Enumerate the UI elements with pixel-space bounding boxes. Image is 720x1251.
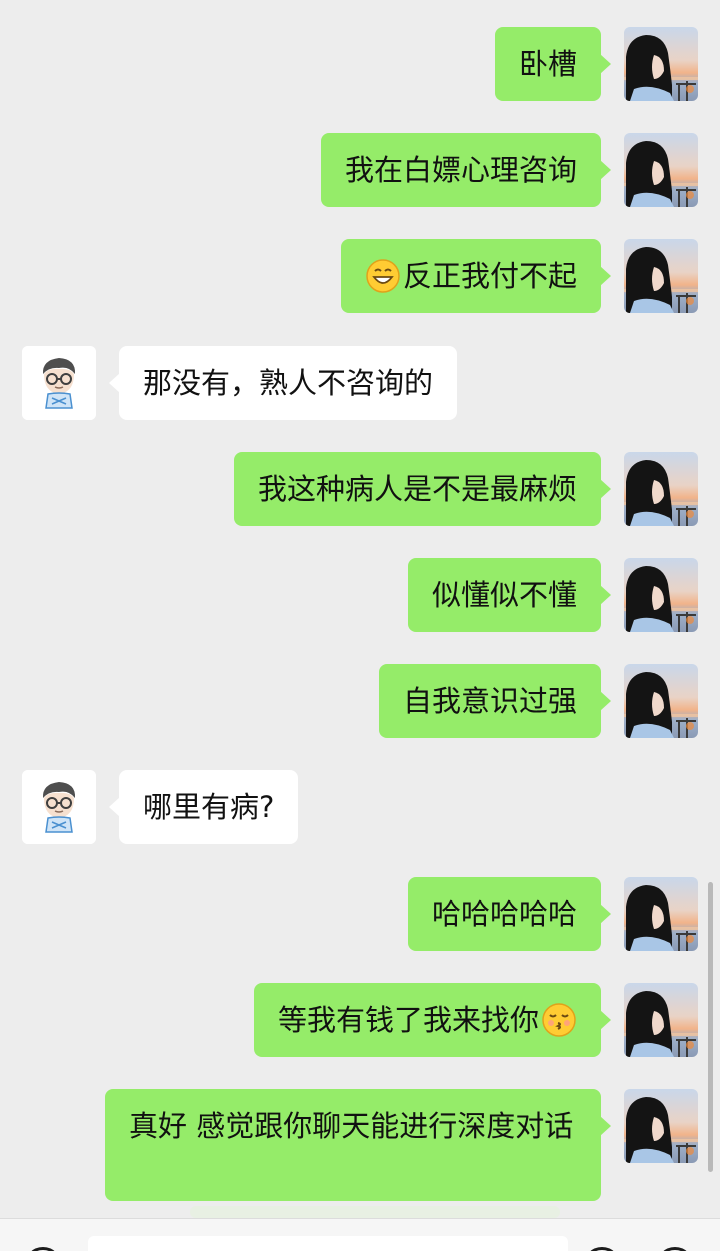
plus-icon[interactable] bbox=[656, 1247, 694, 1251]
my-avatar[interactable] bbox=[624, 27, 698, 101]
contact-message-bubble[interactable]: 那没有，熟人不咨询的 bbox=[108, 346, 458, 420]
message-input[interactable] bbox=[88, 1236, 568, 1251]
blurred-preview bbox=[190, 1206, 560, 1218]
my-avatar[interactable] bbox=[624, 877, 698, 951]
input-bar bbox=[0, 1218, 720, 1251]
contact-message-bubble[interactable]: 哪里有病? bbox=[108, 770, 299, 844]
emoji-icon[interactable] bbox=[583, 1247, 621, 1251]
my-avatar[interactable] bbox=[624, 452, 698, 526]
message-text: 我在白嫖心理咨询 bbox=[344, 153, 577, 187]
chat-scrollbar[interactable] bbox=[708, 882, 713, 1172]
my-message-bubble[interactable]: 我在白嫖心理咨询 bbox=[320, 133, 612, 207]
contact-avatar[interactable] bbox=[22, 346, 96, 420]
my-avatar[interactable] bbox=[624, 664, 698, 738]
message-text: 等我有钱了我来找你 bbox=[277, 1003, 539, 1037]
message-text: 反正我付不起 bbox=[402, 259, 577, 293]
my-message-bubble[interactable]: 似懂似不懂 bbox=[407, 558, 612, 632]
kissing-face-emoji-icon bbox=[541, 1002, 577, 1038]
my-message-bubble[interactable]: 哈哈哈哈哈 bbox=[407, 877, 612, 951]
message-text: 我这种病人是不是最麻烦 bbox=[257, 472, 577, 506]
my-avatar[interactable] bbox=[624, 983, 698, 1057]
message-text: 卧槽 bbox=[518, 47, 577, 81]
my-avatar[interactable] bbox=[624, 558, 698, 632]
my-avatar[interactable] bbox=[624, 239, 698, 313]
message-text: 哈哈哈哈哈 bbox=[431, 897, 577, 931]
message-text: 真好 感觉跟你聊天能进行深度对话 bbox=[129, 1109, 574, 1143]
my-message-bubble[interactable]: 真好 感觉跟你聊天能进行深度对话 bbox=[105, 1089, 611, 1201]
grinning-face-emoji-icon bbox=[365, 258, 401, 294]
message-text: 那没有，熟人不咨询的 bbox=[143, 366, 434, 400]
my-message-bubble[interactable]: 卧槽 bbox=[494, 27, 612, 101]
contact-avatar[interactable] bbox=[22, 770, 96, 844]
voice-icon[interactable] bbox=[24, 1247, 62, 1251]
my-message-bubble[interactable]: 自我意识过强 bbox=[378, 664, 612, 738]
my-avatar[interactable] bbox=[624, 133, 698, 207]
my-avatar[interactable] bbox=[624, 1089, 698, 1163]
my-message-bubble[interactable]: 反正我付不起 bbox=[340, 239, 612, 313]
my-message-bubble[interactable]: 等我有钱了我来找你 bbox=[253, 983, 612, 1057]
my-message-bubble[interactable]: 我这种病人是不是最麻烦 bbox=[233, 452, 612, 526]
message-text: 似懂似不懂 bbox=[431, 578, 577, 612]
message-text: 自我意识过强 bbox=[402, 684, 577, 718]
chat-area[interactable]: 卧槽 我在白嫖心理咨询 反正我付不起 那没有，熟人不咨询的 我这种病人是不是最麻… bbox=[0, 0, 720, 1218]
message-text: 哪里有病? bbox=[143, 790, 275, 824]
